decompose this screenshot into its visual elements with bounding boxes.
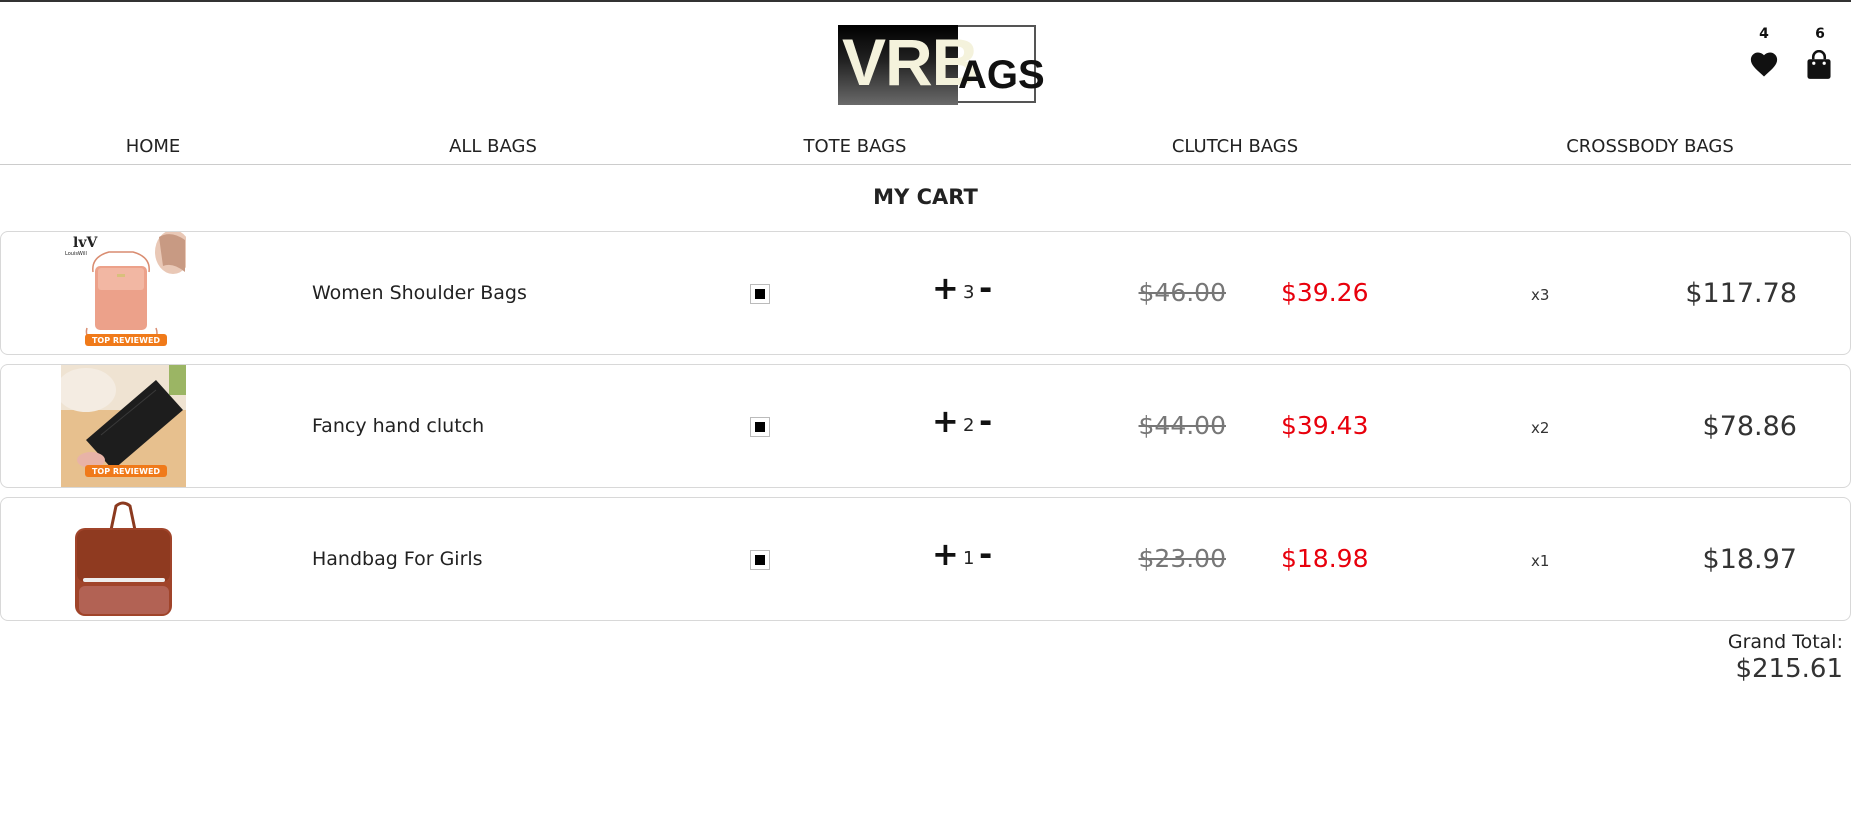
decrease-quantity-button[interactable]: - bbox=[979, 405, 992, 437]
quantity-value: 2 bbox=[963, 415, 975, 436]
line-total: $78.86 bbox=[1702, 411, 1797, 442]
increase-quantity-button[interactable]: + bbox=[932, 272, 959, 304]
product-image[interactable] bbox=[61, 498, 186, 620]
cart-row: TOP REVIEWED Fancy hand clutch + 2 - $44… bbox=[0, 364, 1851, 488]
quantity-multiplier: x2 bbox=[1531, 419, 1550, 437]
cart-button[interactable]: 6 bbox=[1802, 24, 1838, 84]
product-image[interactable]: TOP REVIEWED bbox=[61, 365, 186, 487]
select-checkbox[interactable] bbox=[750, 417, 770, 437]
cart-row: lvV LouisWill TOP REVIEWED Women Shoulde… bbox=[0, 231, 1851, 355]
nav-clutch-bags[interactable]: CLUTCH BAGS bbox=[1172, 136, 1298, 157]
product-badge: TOP REVIEWED bbox=[92, 336, 160, 345]
increase-quantity-button[interactable]: + bbox=[932, 538, 959, 570]
quantity-value: 3 bbox=[963, 282, 975, 303]
sale-price: $18.98 bbox=[1281, 544, 1369, 573]
shopping-bag-icon bbox=[1807, 50, 1831, 79]
cart-count: 6 bbox=[1815, 26, 1825, 42]
select-checkbox[interactable] bbox=[750, 550, 770, 570]
grand-total-label: Grand Total: bbox=[1727, 631, 1843, 653]
main-nav: HOME ALL BAGS TOTE BAGS CLUTCH BAGS CROS… bbox=[0, 130, 1851, 165]
heart-icon bbox=[1750, 52, 1778, 77]
svg-text:lvV: lvV bbox=[73, 235, 98, 251]
page-title: MY CART bbox=[873, 185, 978, 209]
quantity-multiplier: x3 bbox=[1531, 286, 1550, 304]
increase-quantity-button[interactable]: + bbox=[932, 405, 959, 437]
product-badge: TOP REVIEWED bbox=[92, 467, 160, 476]
nav-home[interactable]: HOME bbox=[126, 136, 181, 157]
cart-row: Handbag For Girls + 1 - $23.00 $18.98 x1… bbox=[0, 497, 1851, 621]
sale-price: $39.26 bbox=[1281, 278, 1369, 307]
nav-tote-bags[interactable]: TOTE BAGS bbox=[804, 136, 907, 157]
decrease-quantity-button[interactable]: - bbox=[979, 272, 992, 304]
grand-total-value: $215.61 bbox=[1735, 654, 1843, 684]
product-name[interactable]: Handbag For Girls bbox=[312, 548, 483, 570]
sale-price: $39.43 bbox=[1281, 411, 1369, 440]
quantity-multiplier: x1 bbox=[1531, 552, 1550, 570]
wishlist-count: 4 bbox=[1759, 26, 1769, 42]
brand-logo[interactable]: VRB AGS bbox=[838, 25, 1045, 105]
original-price: $23.00 bbox=[1138, 544, 1226, 573]
wishlist-button[interactable]: 4 bbox=[1746, 24, 1782, 84]
quantity-value: 1 bbox=[963, 548, 975, 569]
product-name[interactable]: Women Shoulder Bags bbox=[312, 282, 527, 304]
line-total: $117.78 bbox=[1685, 278, 1797, 309]
original-price: $46.00 bbox=[1138, 278, 1226, 307]
original-price: $44.00 bbox=[1138, 411, 1226, 440]
product-brand-mark: LouisWill bbox=[65, 251, 87, 257]
select-checkbox[interactable] bbox=[750, 284, 770, 304]
logo-text-ags: AGS bbox=[958, 53, 1045, 97]
nav-crossbody-bags[interactable]: CROSSBODY BAGS bbox=[1566, 136, 1734, 157]
line-total: $18.97 bbox=[1702, 544, 1797, 575]
product-name[interactable]: Fancy hand clutch bbox=[312, 415, 484, 437]
decrease-quantity-button[interactable]: - bbox=[979, 538, 992, 570]
product-image[interactable]: lvV LouisWill TOP REVIEWED bbox=[61, 232, 186, 354]
nav-all-bags[interactable]: ALL BAGS bbox=[449, 136, 537, 157]
top-border bbox=[0, 0, 1851, 2]
